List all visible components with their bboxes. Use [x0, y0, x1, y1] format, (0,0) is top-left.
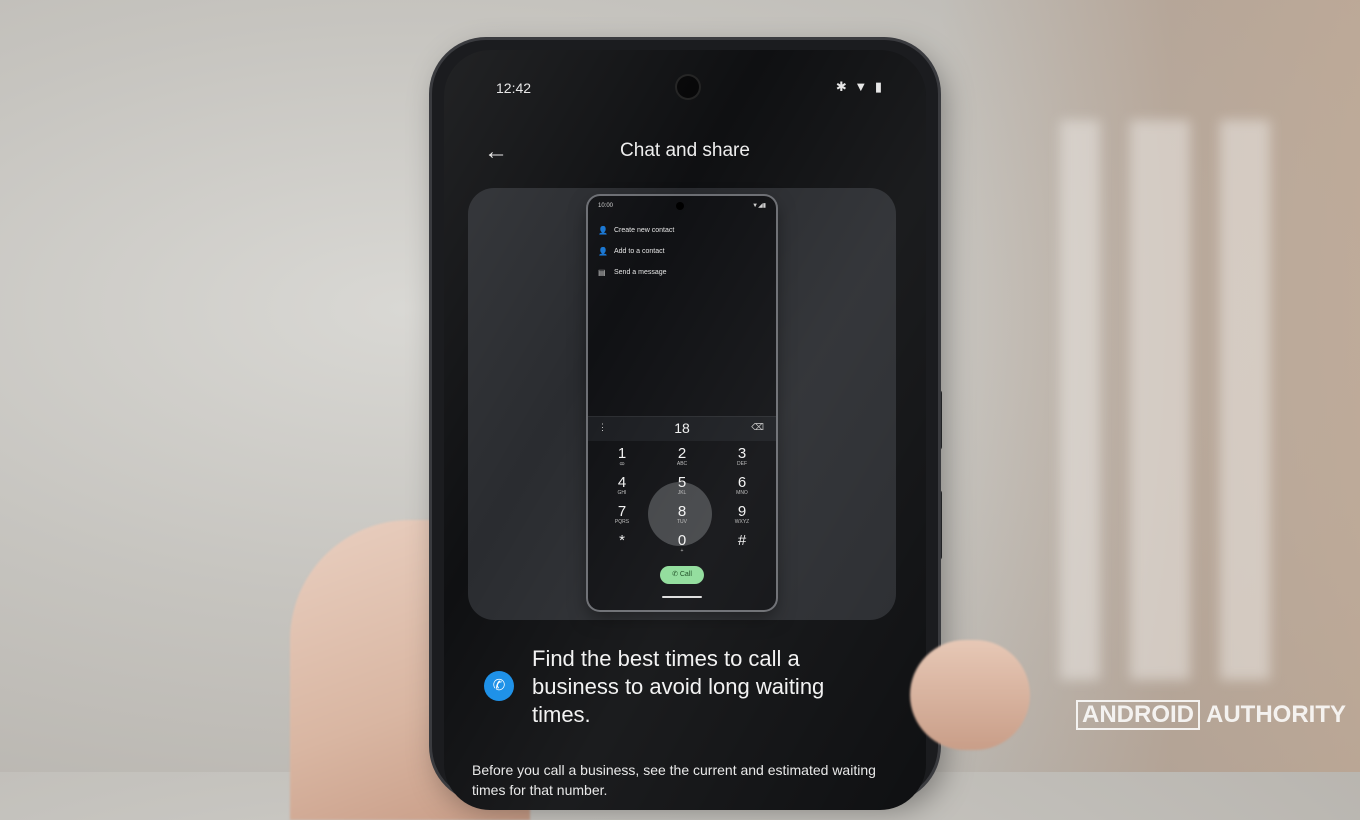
preview-keypad: 1ꝏ 2 ABC 3 DEF 4 GHI 5 JKL 6 MNO 7 PQRS 8 TUV 9…	[602, 446, 762, 562]
background-stripe	[1130, 120, 1190, 680]
watermark-logo: ANDROID AUTHORITY	[1076, 700, 1346, 730]
keypad-key: 9 WXYZ	[734, 503, 750, 525]
phone-icon: ✆	[484, 671, 514, 701]
preview-status-time: 10:00	[598, 203, 614, 209]
keypad-key: 5 JKL	[677, 474, 687, 496]
preview-menu-item: ▤ Send a message	[598, 262, 674, 283]
watermark-plain-text: AUTHORITY	[1206, 701, 1346, 728]
keypad-key: 2 ABC	[676, 445, 688, 467]
front-camera	[677, 76, 699, 98]
keypad-key: 6 MNO	[736, 474, 748, 496]
preview-status-icons: ▼◢▮	[752, 203, 766, 209]
thumb	[910, 640, 1030, 750]
preview-menu-label: Create new contact	[614, 227, 675, 234]
keypad-row: * 0 + #	[602, 533, 762, 562]
watermark-boxed-text: ANDROID	[1076, 700, 1200, 730]
keypad-key: 1ꝏ	[617, 445, 627, 467]
keypad-key: 0 +	[677, 532, 687, 554]
preview-menu-item: 👤 Add to a contact	[598, 241, 674, 262]
message-icon: ▤	[598, 268, 606, 277]
keypad-row: 1ꝏ 2 ABC 3 DEF	[602, 446, 762, 475]
background-stripe	[1220, 120, 1270, 680]
keypad-key: 4 GHI	[617, 474, 627, 496]
screen-title: Chat and share	[620, 140, 750, 161]
keypad-row: 4 GHI 5 JKL 6 MNO	[602, 475, 762, 504]
keypad-key: #	[737, 532, 747, 549]
add-to-contact-icon: 👤	[598, 247, 608, 256]
preview-card: 10:00 ▼◢▮ 👤 Create new contact 👤 Add to …	[468, 188, 896, 620]
phone-device: 12:42 ✱ ▼ ▮ ← Chat and share 10:00 ▼◢▮ 👤…	[432, 40, 938, 810]
feature-description: Before you call a business, see the curr…	[472, 762, 876, 798]
preview-menu-label: Send a message	[614, 269, 667, 276]
preview-dialed-number: 18	[674, 420, 690, 436]
preview-nav-handle	[662, 596, 702, 598]
keypad-key: 8 TUV	[677, 503, 687, 525]
keypad-row: 7 PQRS 8 TUV 9 WXYZ	[602, 504, 762, 533]
keypad-key: *	[619, 532, 625, 549]
add-contact-icon: 👤	[598, 226, 608, 235]
preview-call-button: ✆ Call	[660, 566, 704, 584]
keypad-key: 3 DEF	[737, 445, 747, 467]
preview-phone: 10:00 ▼◢▮ 👤 Create new contact 👤 Add to …	[588, 196, 776, 610]
preview-camera	[676, 202, 684, 210]
feature-headline: Find the best times to call a business t…	[532, 646, 825, 727]
preview-menu-item: 👤 Create new contact	[598, 220, 674, 241]
status-icons: ✱ ▼ ▮	[835, 79, 884, 94]
status-time: 12:42	[496, 80, 532, 96]
backspace-icon: ⌫	[751, 422, 764, 432]
preview-menu: 👤 Create new contact 👤 Add to a contact …	[598, 220, 674, 283]
keypad-key: 7 PQRS	[614, 503, 630, 525]
phone-screen: 12:42 ✱ ▼ ▮ ← Chat and share 10:00 ▼◢▮ 👤…	[444, 50, 926, 810]
background-stripe	[1060, 120, 1100, 680]
preview-menu-label: Add to a contact	[614, 248, 665, 255]
